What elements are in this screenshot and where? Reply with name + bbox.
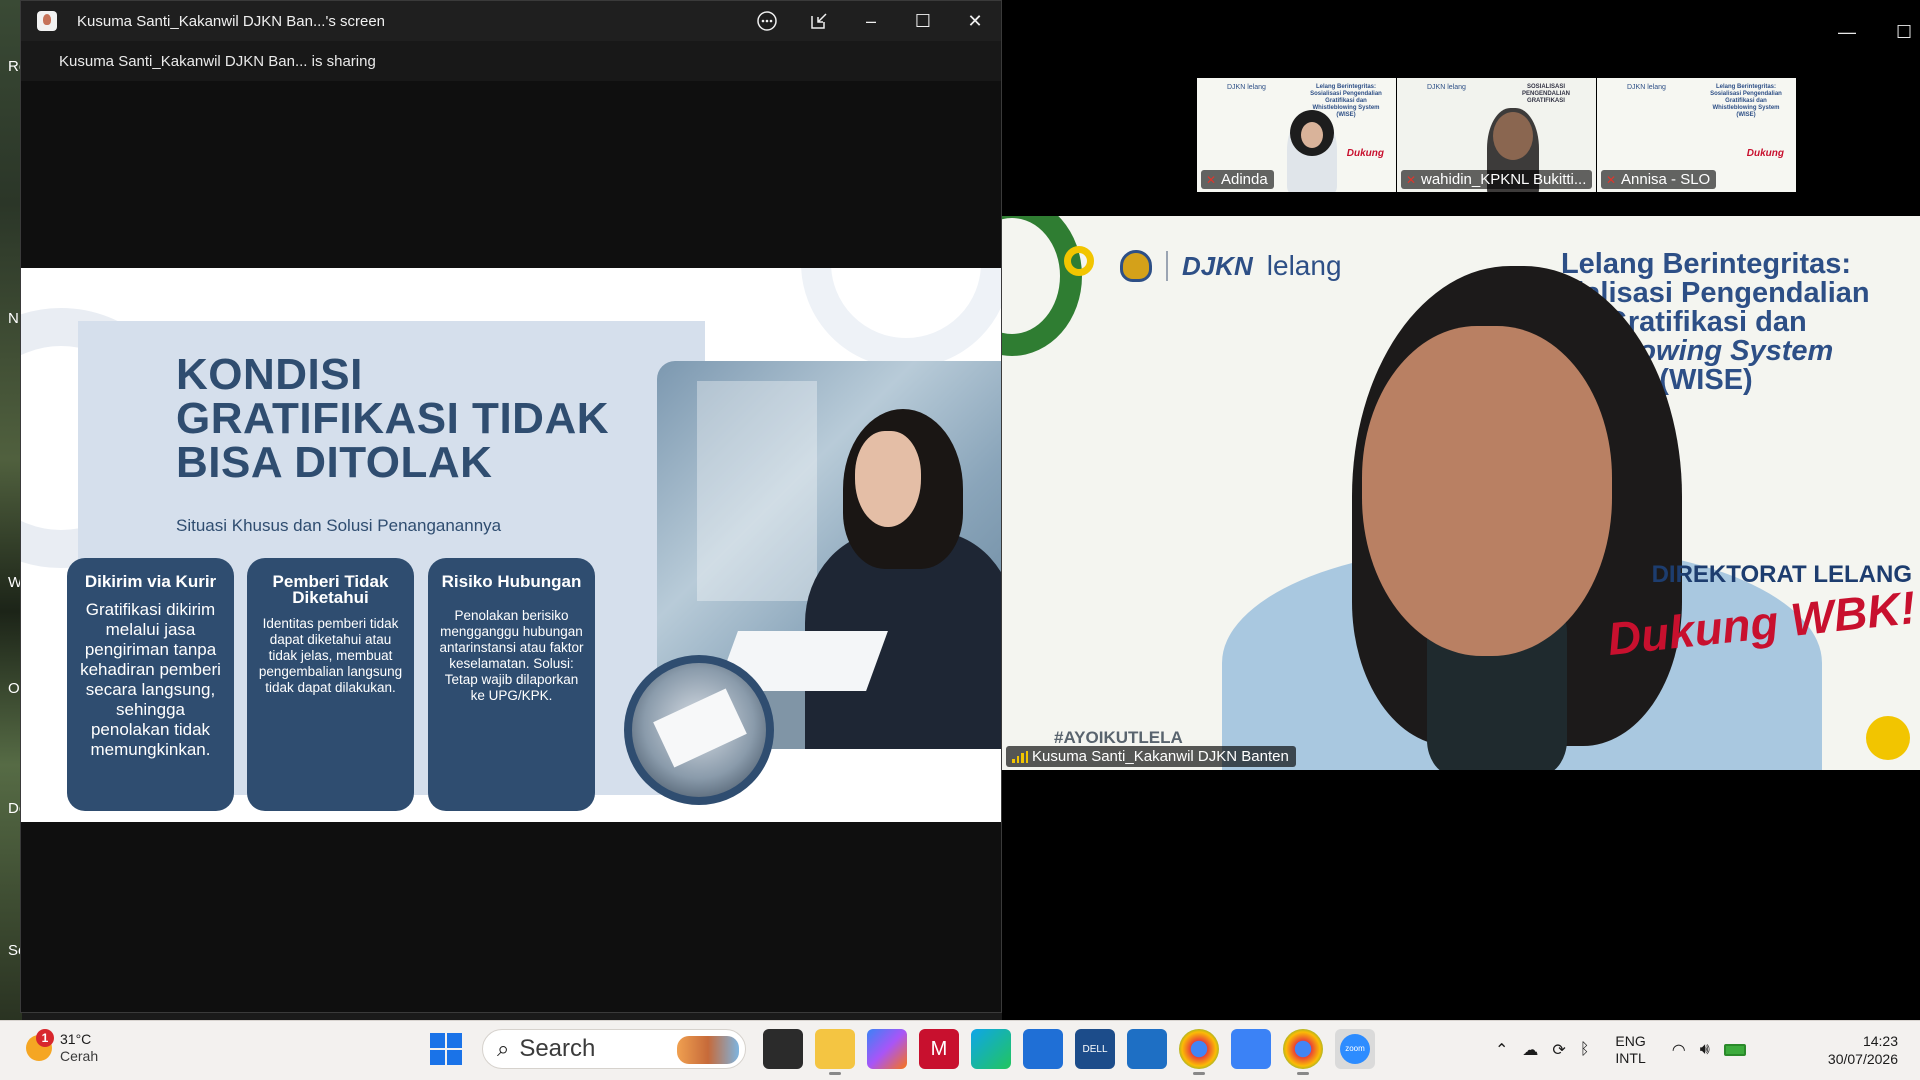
chevron-up-icon[interactable]: ⌃ [1495,1040,1508,1060]
info-card: Pemberi Tidak Diketahui Identitas pember… [247,558,414,811]
search-highlight-image [677,1036,739,1064]
file-explorer-icon[interactable] [815,1029,855,1075]
thumb-brand: DJKN lelang [1627,84,1666,91]
card-body: Penolakan berisiko mengganggu hubungan a… [439,608,584,703]
hashtag-text: #AYOIKUTLELA [1054,728,1183,747]
windows-start-icon[interactable] [430,1033,462,1065]
microsoft-store-icon[interactable] [1023,1029,1063,1069]
search-icon: ⌕ [497,1036,510,1061]
edge-icon[interactable] [971,1029,1011,1069]
screen-share-window: Kusuma Santi_Kakanwil DJKN Ban...'s scre… [20,0,1002,1013]
thumb-brand: DJKN lelang [1427,84,1466,91]
desktop-icon-label[interactable]: O [8,680,20,697]
participant-name-tag: ✕ Adinda [1201,170,1274,189]
active-speaker-video[interactable]: DJKN lelang Lelang Berintegritas: osiali… [1002,216,1920,770]
brand-logos: DJKN lelang [1120,250,1342,282]
card-title: Dikirim via Kurir [84,572,217,591]
chrome-profile-icon[interactable] [1283,1029,1323,1075]
sharing-status: Kusuma Santi_Kakanwil DJKN Ban... is sha… [21,41,1001,81]
muted-mic-icon: ✕ [1406,173,1417,187]
share-window-title: Kusuma Santi_Kakanwil DJKN Ban...'s scre… [77,12,386,30]
heading-line: KONDISI [176,350,363,399]
djkn-logo: DJKN [1182,250,1253,281]
windows-taskbar: 1 31°C Cerah ⌕ Search M DELL zoom ⌃ ☁ ⟳ … [0,1020,1920,1080]
participant-video[interactable]: DJKN lelang Lelang Berintegritas: Sosial… [1597,78,1797,192]
decorative-ring [1064,246,1094,276]
thumb-brand: DJKN lelang [1227,84,1266,91]
popout-icon[interactable] [793,1,845,41]
maximize-button[interactable]: ☐ [897,1,949,41]
participant-name-tag: ✕ Annisa - SLO [1601,170,1717,189]
more-icon[interactable] [741,1,793,41]
system-clock[interactable]: 14:23 30/07/2026 [1828,1032,1898,1068]
participant-avatar [1287,110,1337,192]
decorative-arc [1002,216,1082,356]
weather-temperature: 31°C [60,1031,92,1047]
weather-widget[interactable]: 1 31°C Cerah [26,1029,99,1065]
photos-icon[interactable] [1231,1029,1271,1069]
slide-subheading: Situasi Khusus dan Solusi Penanganannya [176,516,502,535]
close-button[interactable]: ✕ [949,1,1001,41]
onedrive-icon[interactable]: ☁ [1522,1040,1538,1060]
heading-line: BISA DITOLAK [176,438,493,487]
sun-icon: 1 [26,1029,54,1061]
signing-document-photo [624,655,774,805]
battery-icon[interactable] [1723,1044,1746,1056]
bluetooth-icon[interactable]: ᛒ [1580,1041,1590,1059]
outlook-icon[interactable] [1127,1029,1167,1069]
copilot-icon[interactable] [867,1029,907,1069]
minimize-button[interactable]: – [845,1,897,41]
taskbar-apps: ⌕ Search M DELL zoom [430,1029,1378,1075]
zoom-restore-button[interactable]: ☐ [1896,22,1912,43]
card-title: Risiko Hubungan [441,572,582,591]
signal-bars-icon [1012,751,1028,763]
card-body: Identitas pemberi tidak dapat diketahui … [258,616,403,695]
desktop-wallpaper [0,0,22,1020]
participant-video[interactable]: DJKN lelang SOSIALISASI PENGENDALIAN GRA… [1397,78,1597,192]
decorative-ring [801,268,1001,368]
lelang-logo: lelang [1266,250,1342,281]
thumb-title: Lelang Berintegritas: Sosialisasi Pengen… [1710,84,1782,118]
dukung-stamp: Dukung [1346,148,1384,159]
decorative-dot [1866,716,1910,760]
dukung-stamp: Dukung [1746,148,1784,159]
card-body: Gratifikasi dikirim melalui jasa pengiri… [80,600,221,759]
mcafee-icon[interactable]: M [919,1029,959,1069]
muted-mic-icon: ✕ [1606,173,1617,187]
share-titlebar: Kusuma Santi_Kakanwil DJKN Ban...'s scre… [21,1,1001,41]
heading-line: GRATIFIKASI TIDAK [176,394,609,443]
participant-thumbnails: DJKN lelang Lelang Berintegritas: Sosial… [1197,78,1797,192]
notification-badge: 1 [36,1029,54,1047]
presentation-slide: KONDISI GRATIFIKASI TIDAK BISA DITOLAK S… [21,268,1001,822]
sync-icon[interactable]: ⟳ [1552,1040,1565,1060]
volume-icon[interactable]: 🔊︎ [1700,1041,1710,1059]
info-card: Risiko Hubungan Penolakan berisiko mengg… [428,558,595,811]
info-card: Dikirim via Kurir Gratifikasi dikirim me… [67,558,234,811]
task-view-icon[interactable] [763,1029,803,1069]
weather-condition: Cerah [60,1048,99,1064]
dell-icon[interactable]: DELL [1075,1029,1115,1069]
speaker-name-tag: Kusuma Santi_Kakanwil DJKN Banten [1006,746,1296,767]
participant-name-tag: ✕ wahidin_KPKNL Bukitti... [1401,170,1593,189]
thumb-title: SOSIALISASI PENGENDALIAN GRATIFIKASI [1521,84,1570,104]
search-label: Search [519,1035,596,1062]
kemenkeu-emblem-icon [1120,250,1152,282]
taskbar-search[interactable]: ⌕ Search [482,1029,746,1069]
zoom-minimize-button[interactable]: — [1838,22,1856,43]
system-tray: ⌃ ☁ ⟳ ᛒ ENG INTL ◠ 🔊︎ [1495,1033,1746,1067]
wifi-icon[interactable]: ◠ [1672,1040,1686,1060]
language-indicator[interactable]: ENG INTL [1615,1033,1645,1067]
participant-video[interactable]: DJKN lelang Lelang Berintegritas: Sosial… [1197,78,1397,192]
speaker-face [1362,326,1612,656]
zoom-app-icon [37,11,57,31]
muted-mic-icon: ✕ [1206,173,1217,187]
chrome-icon[interactable] [1179,1029,1219,1075]
desktop-icon-label[interactable]: N [8,310,19,327]
slide-heading: KONDISI GRATIFIKASI TIDAK BISA DITOLAK [176,353,609,485]
zoom-app-icon[interactable]: zoom [1335,1029,1375,1069]
card-title: Pemberi Tidak Diketahui [272,572,389,607]
